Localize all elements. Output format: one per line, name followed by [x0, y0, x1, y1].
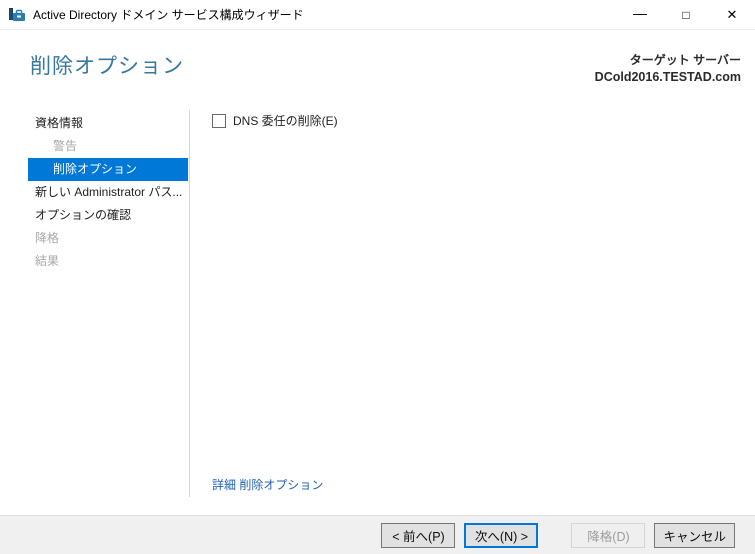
- sidebar-item-credentials[interactable]: 資格情報: [28, 112, 188, 135]
- sidebar-item-new-admin-password[interactable]: 新しい Administrator パス...: [28, 181, 188, 204]
- dns-delegation-checkbox[interactable]: [212, 113, 226, 128]
- sidebar-item-demotion: 降格: [35, 231, 60, 245]
- wizard-content: DNS 委任の削除(E) 詳細 削除オプション: [190, 105, 755, 515]
- target-server-block: ターゲット サーバー DCold2016.TESTAD.com: [595, 50, 741, 105]
- maximize-icon[interactable]: □: [663, 0, 709, 29]
- sidebar-item-removal-options[interactable]: 削除オプション: [28, 158, 188, 181]
- demote-button: 降格(D): [571, 522, 646, 548]
- page-title: 削除オプション: [30, 55, 184, 78]
- wizard-app-icon: [9, 7, 25, 21]
- target-server-label: ターゲット サーバー: [629, 53, 741, 67]
- close-icon[interactable]: ✕: [709, 0, 755, 29]
- previous-button[interactable]: < 前へ(P): [381, 522, 456, 548]
- window-title: Active Directory ドメイン サービス構成ウィザード: [33, 8, 304, 22]
- dns-delegation-row[interactable]: DNS 委任の削除(E): [190, 105, 755, 129]
- sidebar-item-review-options[interactable]: オプションの確認: [28, 204, 188, 227]
- advanced-removal-options-link[interactable]: 詳細 削除オプション: [212, 476, 755, 493]
- dns-delegation-checkbox-label[interactable]: DNS 委任の削除(E): [233, 112, 338, 129]
- wizard-footer: < 前へ(P) 次へ(N) > 降格(D) キャンセル: [0, 515, 755, 554]
- wizard-body: 資格情報 警告 削除オプション 新しい Administrator パス... …: [0, 105, 755, 515]
- titlebar: Active Directory ドメイン サービス構成ウィザード — □ ✕: [0, 0, 755, 30]
- next-button[interactable]: 次へ(N) >: [464, 522, 539, 548]
- cancel-button[interactable]: キャンセル: [654, 522, 735, 548]
- target-server-name: DCold2016.TESTAD.com: [594, 70, 741, 84]
- wizard-window: Active Directory ドメイン サービス構成ウィザード — □ ✕ …: [0, 0, 755, 554]
- wizard-header: 削除オプション ターゲット サーバー DCold2016.TESTAD.com: [0, 30, 755, 105]
- sidebar-item-warnings: 警告: [53, 139, 78, 153]
- wizard-steps-sidebar: 資格情報 警告 削除オプション 新しい Administrator パス... …: [0, 105, 190, 515]
- sidebar-separator: 資格情報 警告 削除オプション 新しい Administrator パス... …: [0, 110, 190, 497]
- minimize-icon[interactable]: —: [617, 0, 663, 29]
- sidebar-item-results: 結果: [35, 254, 60, 268]
